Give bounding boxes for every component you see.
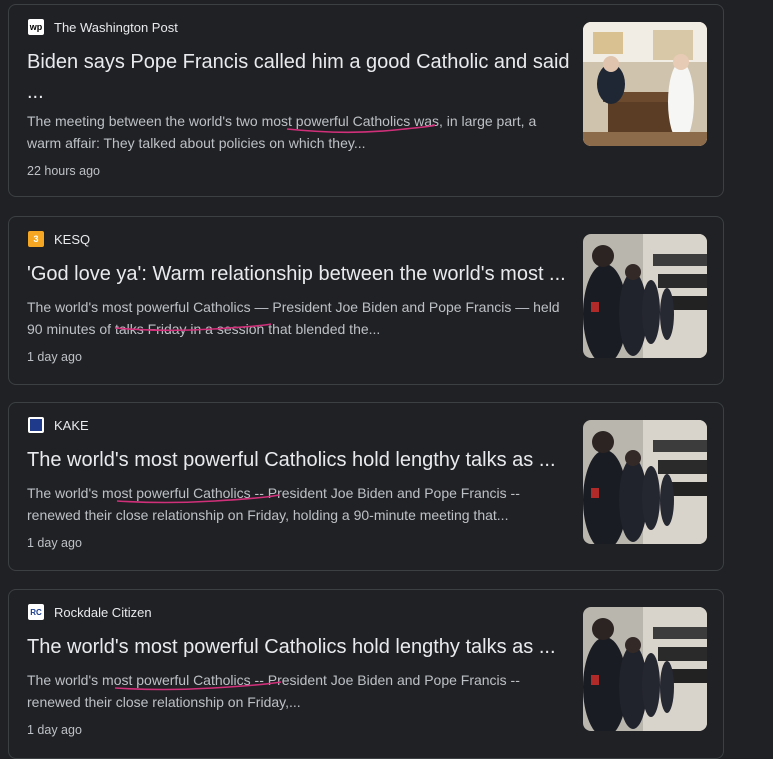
article-headline[interactable]: The world's most powerful Catholics hold… — [27, 445, 572, 475]
source-name: The Washington Post — [54, 19, 178, 35]
rockdale-citizen-logo-icon: RC — [28, 604, 44, 620]
article-thumbnail[interactable] — [583, 420, 707, 544]
source-name: Rockdale Citizen — [54, 604, 152, 620]
article-snippet: The world's most powerful Catholics — Pr… — [27, 299, 560, 337]
article-snippet: The world's most powerful Catholics -- P… — [27, 485, 520, 523]
thumbnail-image-motorcade — [583, 420, 707, 544]
article-thumbnail[interactable] — [583, 22, 707, 146]
news-card[interactable]: 3 KESQ 'God love ya': Warm relationship … — [8, 216, 724, 385]
source-row: RC Rockdale Citizen — [28, 604, 152, 620]
news-card[interactable]: wp The Washington Post Biden says Pope F… — [8, 4, 724, 197]
kesq-logo-icon: 3 — [28, 231, 44, 247]
thumbnail-image-biden-pope — [583, 22, 707, 146]
news-card[interactable]: RC Rockdale Citizen The world's most pow… — [8, 589, 724, 759]
thumbnail-image-motorcade — [583, 234, 707, 358]
washington-post-logo-icon: wp — [28, 19, 44, 35]
news-card[interactable]: KAKE The world's most powerful Catholics… — [8, 402, 724, 571]
source-row: 3 KESQ — [28, 231, 90, 247]
article-snippet: The meeting between the world's two most… — [27, 113, 537, 151]
source-row: KAKE — [28, 417, 89, 433]
article-timestamp: 1 day ago — [27, 350, 82, 364]
article-timestamp: 22 hours ago — [27, 164, 100, 178]
kake-logo-icon — [28, 417, 44, 433]
article-timestamp: 1 day ago — [27, 723, 82, 737]
source-row: wp The Washington Post — [28, 19, 178, 35]
source-name: KESQ — [54, 231, 91, 247]
article-timestamp: 1 day ago — [27, 536, 82, 550]
thumbnail-image-motorcade — [583, 607, 707, 731]
source-name: KAKE — [54, 417, 89, 433]
article-headline[interactable]: The world's most powerful Catholics hold… — [27, 632, 572, 662]
article-snippet: The world's most powerful Catholics -- P… — [27, 672, 520, 710]
article-thumbnail[interactable] — [583, 607, 707, 731]
article-headline[interactable]: Biden says Pope Francis called him a goo… — [27, 47, 572, 107]
article-headline[interactable]: 'God love ya': Warm relationship between… — [27, 259, 572, 289]
article-thumbnail[interactable] — [583, 234, 707, 358]
